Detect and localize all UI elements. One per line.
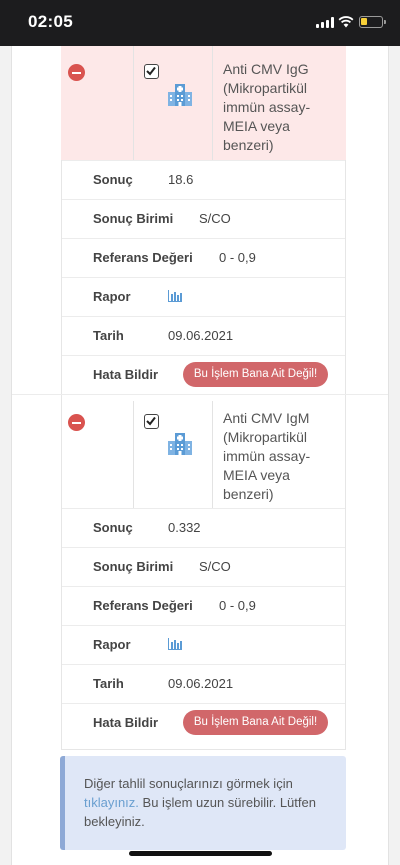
bar-chart-icon[interactable] (168, 290, 182, 302)
result-value: 0.332 (168, 520, 201, 535)
result-row: Sonuç 18.6 (62, 160, 345, 199)
reference-value: 0 - 0,9 (219, 598, 256, 613)
status-time: 02:05 (28, 12, 73, 31)
select-checkbox[interactable] (144, 64, 159, 79)
more-results-link[interactable]: tıklayınız. (84, 795, 139, 810)
unit-value: S/CO (199, 211, 231, 226)
result-row: Sonuç 0.332 (62, 508, 345, 547)
cellular-signal-icon (316, 17, 334, 28)
bar-chart-icon[interactable] (168, 638, 182, 650)
battery-icon (359, 16, 386, 28)
wifi-icon (338, 16, 354, 28)
hospital-building-icon (168, 84, 192, 106)
results-page: Anti CMV IgG (Mikropartikül immün assay-… (11, 46, 389, 865)
report-row: Rapor (62, 277, 345, 316)
select-checkbox[interactable] (144, 414, 159, 429)
test-name: Anti CMV IgM (Mikropartikül immün assay-… (223, 410, 311, 502)
reference-row: Referans Değeri 0 - 0,9 (62, 586, 345, 625)
unit-row: Sonuç Birimi S/CO (62, 547, 345, 586)
not-my-test-button[interactable]: Bu İşlem Bana Ait Değil! (183, 710, 328, 735)
home-indicator[interactable] (129, 851, 272, 856)
not-my-test-button[interactable]: Bu İşlem Bana Ait Değil! (183, 362, 328, 387)
reference-value: 0 - 0,9 (219, 250, 256, 265)
remove-icon[interactable] (68, 414, 85, 431)
error-report-row: Hata Bildir Bu İşlem Bana Ait Değil! (62, 703, 345, 742)
error-report-row: Hata Bildir Bu İşlem Bana Ait Değil! (62, 355, 345, 394)
date-row: Tarih 09.06.2021 (62, 316, 345, 355)
report-row: Rapor (62, 625, 345, 664)
status-bar: 02:05 (0, 0, 400, 46)
info-alert: Diğer tahlil sonuçlarınızı görmek için t… (60, 756, 346, 850)
info-text: Diğer tahlil sonuçlarınızı görmek için t… (84, 776, 316, 829)
unit-value: S/CO (199, 559, 231, 574)
date-row: Tarih 09.06.2021 (62, 664, 345, 703)
remove-icon[interactable] (68, 64, 85, 81)
test-row-anti-cmv-igm: Anti CMV IgM (Mikropartikül immün assay-… (12, 394, 388, 509)
test-row-anti-cmv-igg: Anti CMV IgG (Mikropartikül immün assay-… (12, 46, 388, 160)
date-value: 09.06.2021 (168, 328, 234, 343)
unit-row: Sonuç Birimi S/CO (62, 199, 345, 238)
result-value: 18.6 (168, 172, 194, 187)
hospital-building-icon (168, 433, 192, 455)
date-value: 09.06.2021 (168, 676, 234, 691)
test-name: Anti CMV IgG (Mikropartikül immün assay-… (223, 61, 311, 153)
reference-row: Referans Değeri 0 - 0,9 (62, 238, 345, 277)
